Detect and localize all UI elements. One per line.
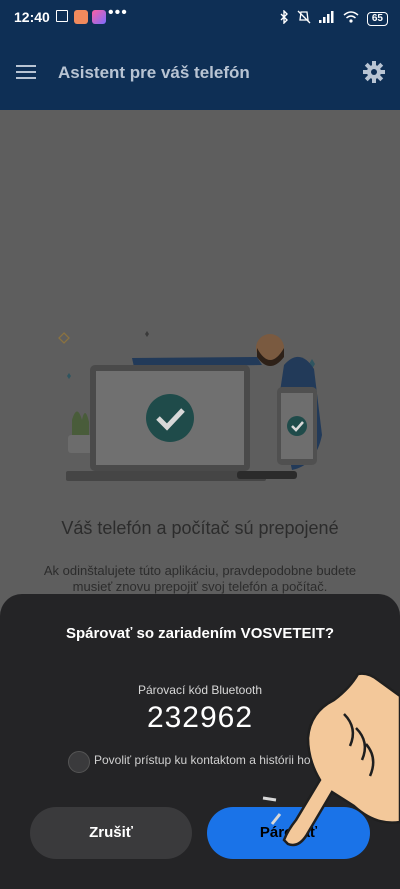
cancel-button[interactable]: Zrušiť [30,807,192,859]
bluetooth-icon [279,9,289,27]
more-notifications-icon: ••• [108,4,128,21]
battery-indicator: 65 [366,11,388,26]
pointing-hand-icon [262,672,400,847]
gallery-notification-icon [92,10,106,24]
app-title: Asistent pre váš telefón [58,63,250,82]
signal-icon [318,11,335,26]
app-bar: Asistent pre váš telefón [0,36,400,110]
status-bar: 12:40 ••• 65 [0,0,400,36]
connected-devices-illustration [58,331,322,481]
connected-title: Váš telefón a počítač sú prepojené [61,518,339,538]
wifi-icon [343,11,359,26]
mute-icon [297,10,311,27]
gear-icon[interactable] [362,60,386,84]
app-notification-icon [74,10,88,24]
status-time: 12:40 [14,9,50,25]
menu-icon[interactable] [16,65,36,79]
connected-description: Ak odinštalujete túto aplikáciu, pravdep… [43,563,357,594]
notification-icon [56,10,68,22]
pairing-dialog-title: Spárovať so zariadením VOSVETEIT? [65,625,335,642]
contacts-access-checkbox[interactable] [68,751,90,773]
